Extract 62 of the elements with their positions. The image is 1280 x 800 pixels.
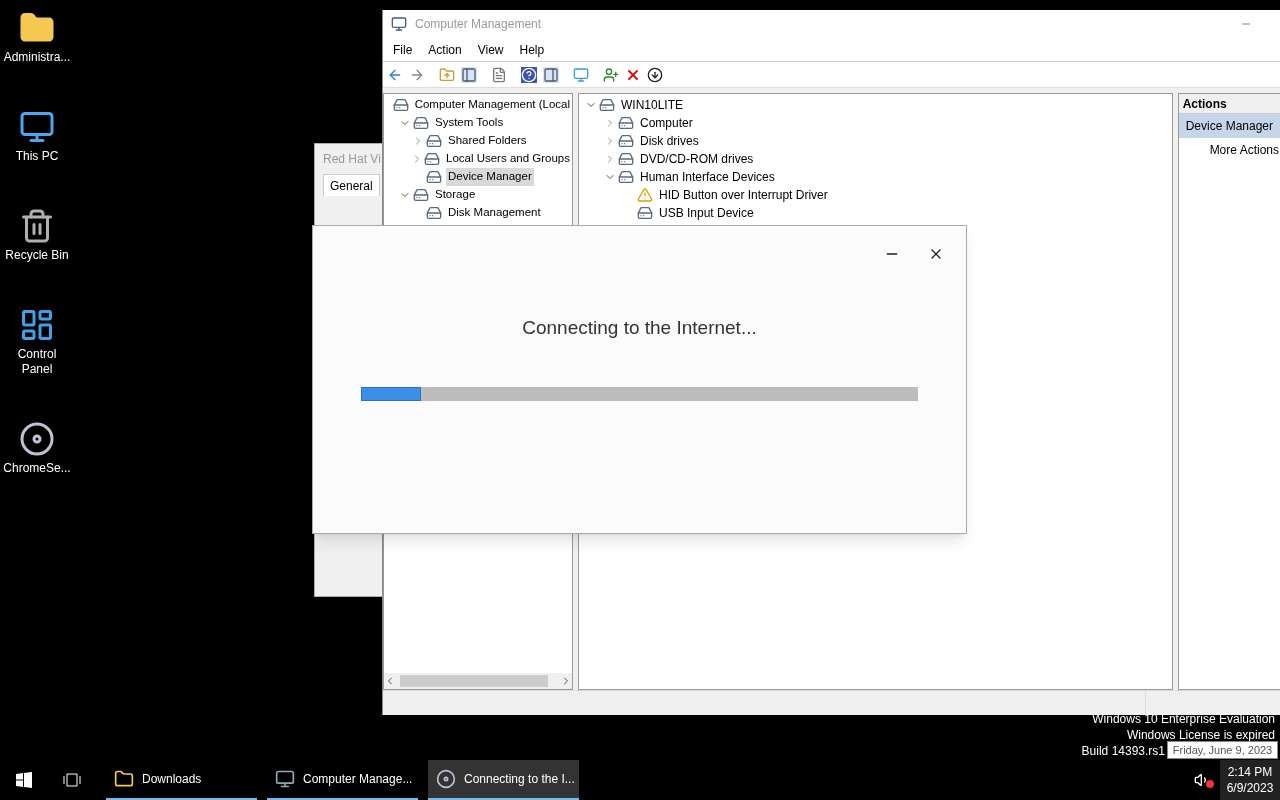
tree-item[interactable]: Computer Management (Local xyxy=(412,96,572,114)
dialog-message: Connecting to the Internet... xyxy=(522,316,757,340)
device-icon xyxy=(424,151,440,167)
taskbar-button[interactable]: Downloads xyxy=(106,760,257,800)
window-title: Computer Management xyxy=(415,16,542,33)
window-title: Red Hat Vi xyxy=(323,151,381,168)
desktop-icon-label[interactable]: This PC xyxy=(2,149,72,164)
setup-disc-icon xyxy=(19,421,55,457)
tree-item[interactable]: Shared Folders xyxy=(446,132,529,150)
desktop-icon-label[interactable]: Control Panel xyxy=(2,347,72,377)
app-icon xyxy=(391,16,407,32)
setup-disc-icon xyxy=(436,769,456,789)
taskbar-button[interactable]: Connecting to the I... xyxy=(428,760,579,800)
recycle-bin-icon xyxy=(19,208,55,244)
start-icon[interactable] xyxy=(16,772,32,788)
help-icon[interactable] xyxy=(521,66,537,83)
control-panel-icon xyxy=(19,307,55,343)
notice-text: Windows 10 Enterprise Evaluation xyxy=(1092,711,1275,727)
folder-icon xyxy=(114,769,134,789)
tree-item[interactable]: Storage xyxy=(433,186,478,204)
desktop-icon-label[interactable]: ChromeSe... xyxy=(2,461,72,476)
computer-icon xyxy=(275,769,295,789)
device-icon xyxy=(413,187,429,203)
tree-item[interactable]: DVD/CD-ROM drives xyxy=(638,150,756,168)
device-icon xyxy=(413,115,429,131)
desktop-icon-label[interactable]: Administra... xyxy=(2,50,72,65)
monitor-icon[interactable] xyxy=(573,66,589,83)
notice-text: Build 14393.rs1 xyxy=(1081,743,1165,759)
tree-item[interactable]: Disk drives xyxy=(638,132,701,150)
tree-item[interactable]: Device Manager xyxy=(446,168,534,186)
properties-icon[interactable] xyxy=(491,66,507,83)
tree-item[interactable]: System Tools xyxy=(433,114,506,132)
tree-item[interactable]: USB Input Device xyxy=(657,204,756,222)
actions-header: Actions xyxy=(1178,94,1280,114)
task-link[interactable]: Device Manager xyxy=(1178,114,1280,138)
menu-item[interactable]: View xyxy=(469,40,512,59)
task-link[interactable]: More Actions xyxy=(1178,138,1280,162)
device-icon xyxy=(426,169,442,185)
tab[interactable]: General xyxy=(323,174,380,196)
tree-item[interactable]: HID Button over Interrupt Driver xyxy=(657,186,830,204)
up-folder-icon[interactable] xyxy=(439,66,455,83)
taskbar-button[interactable]: Computer Manage... xyxy=(267,760,418,800)
action-pane-icon[interactable] xyxy=(543,66,559,83)
device-icon xyxy=(392,97,409,113)
tree-item[interactable]: Computer xyxy=(638,114,695,132)
date-tooltip: Friday, June 9, 2023 xyxy=(1167,741,1278,759)
device-icon xyxy=(426,205,442,221)
device-icon xyxy=(426,133,442,149)
menu-item[interactable]: File xyxy=(385,40,421,59)
tree-item[interactable]: Local Users and Groups xyxy=(444,150,572,168)
desktop-icon-label[interactable]: Recycle Bin xyxy=(2,248,72,263)
computer-icon xyxy=(19,109,55,145)
console-tree-icon[interactable] xyxy=(461,66,477,83)
tree-item[interactable]: Disk Management xyxy=(446,204,543,222)
menu-item[interactable]: Action xyxy=(420,40,470,59)
menu-item[interactable]: Help xyxy=(511,40,553,59)
tree-item[interactable]: WIN10LITE xyxy=(619,96,685,114)
notice-text: Windows License is expired xyxy=(1126,727,1275,743)
task-view-icon[interactable] xyxy=(62,773,82,787)
scrollbar[interactable] xyxy=(384,673,572,689)
tree-item[interactable]: Human Interface Devices xyxy=(638,168,777,186)
clock[interactable]: 2:14 PM 6/9/2023 xyxy=(1220,760,1280,800)
